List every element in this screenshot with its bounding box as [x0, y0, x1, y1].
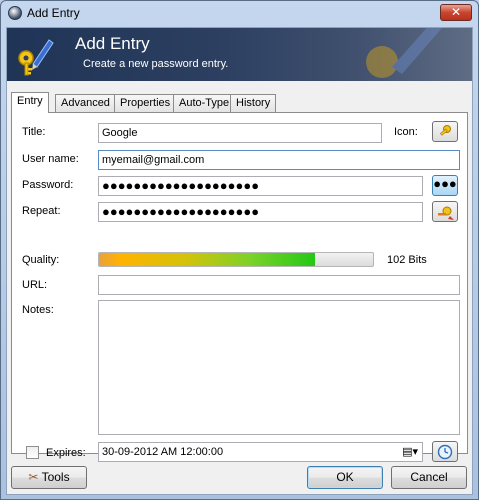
notes-textarea[interactable] [98, 300, 460, 435]
generator-key-icon [438, 206, 454, 220]
banner: Add Entry Create a new password entry. [7, 28, 472, 81]
expires-label: Expires: [46, 447, 86, 459]
cancel-button[interactable]: Cancel [391, 466, 467, 489]
quality-bar-fill [99, 253, 316, 266]
window-title: Add Entry [27, 6, 80, 20]
tab-auto-type[interactable]: Auto-Type [173, 94, 236, 112]
quality-bar [98, 252, 374, 267]
password-label: Password: [22, 179, 74, 191]
quality-label: Quality: [22, 254, 60, 266]
expiry-date-field[interactable]: 30-09-2012 AM 12:00:00 ▤▾ [98, 442, 423, 462]
tools-button-label: Tools [41, 470, 70, 484]
expires-checkbox[interactable] [26, 446, 39, 459]
key-icon [439, 125, 451, 136]
tab-advanced[interactable]: Advanced [55, 94, 116, 112]
dialog-client: Add Entry Create a new password entry. E… [6, 27, 473, 495]
show-password-button[interactable]: ●●● [432, 175, 458, 196]
password-field[interactable]: ●●●●●●●●●●●●●●●●●●●● [98, 176, 423, 196]
title-label: Title: [22, 126, 46, 138]
title-bar[interactable]: Add Entry ✕ [1, 1, 478, 27]
calendar-dropdown-icon[interactable]: ▤▾ [402, 443, 418, 461]
entry-tab-panel: Title: Google Icon: User name: myemail@g… [11, 112, 468, 462]
tools-icon: ✂ [28, 470, 39, 484]
ok-button[interactable]: OK [307, 466, 383, 489]
banner-title: Add Entry [75, 34, 150, 53]
expiry-presets-button[interactable] [432, 441, 458, 462]
app-lock-icon [8, 6, 22, 20]
url-field[interactable] [98, 275, 460, 295]
expiry-date-value: 30-09-2012 AM 12:00:00 [102, 446, 224, 458]
add-entry-window: Add Entry ✕ Add Entry Create a new passw… [0, 0, 479, 500]
notes-label: Notes: [22, 304, 54, 316]
password-generator-button[interactable] [432, 201, 458, 222]
tab-properties[interactable]: Properties [114, 94, 177, 112]
tools-button[interactable]: ✂ Tools [11, 466, 87, 489]
banner-watermark-icon [366, 28, 442, 78]
close-button[interactable]: ✕ [440, 4, 472, 21]
icon-label: Icon: [394, 126, 418, 138]
icon-picker-button[interactable] [432, 121, 458, 142]
repeat-password-field[interactable]: ●●●●●●●●●●●●●●●●●●●● [98, 202, 423, 222]
banner-subtitle: Create a new password entry. [83, 58, 229, 70]
tab-history[interactable]: History [230, 94, 277, 112]
username-label: User name: [22, 153, 79, 165]
key-pen-icon [18, 39, 54, 76]
repeat-label: Repeat: [22, 205, 61, 217]
clock-icon [437, 444, 453, 460]
title-field[interactable]: Google [98, 123, 382, 143]
username-field[interactable]: myemail@gmail.com [98, 150, 460, 170]
quality-bits: 102 Bits [387, 254, 427, 266]
tab-entry[interactable]: Entry [11, 92, 49, 113]
url-label: URL: [22, 279, 48, 291]
